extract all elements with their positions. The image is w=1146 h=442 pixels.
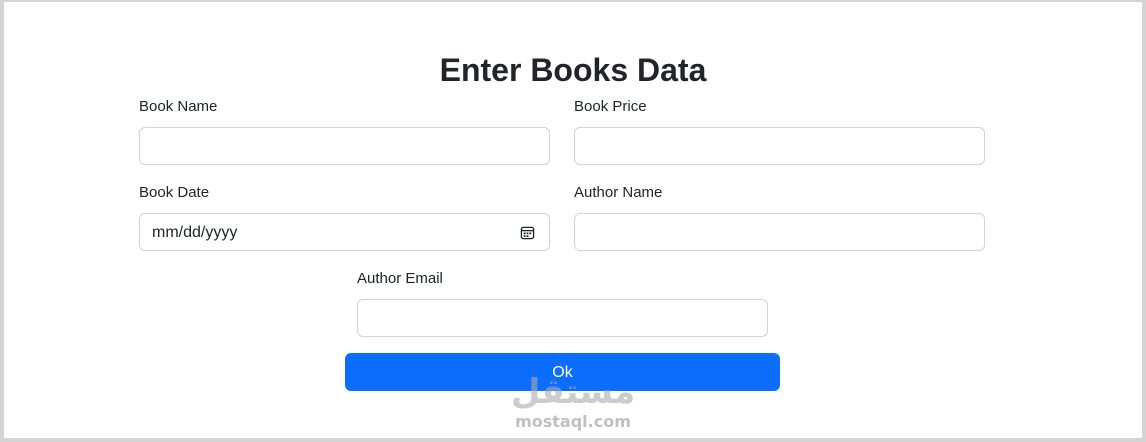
book-date-label: Book Date [139, 184, 210, 201]
book-date-placeholder: mm/dd/yyyy [152, 224, 238, 241]
book-name-input[interactable] [139, 127, 550, 165]
book-price-label: Book Price [574, 98, 647, 115]
ok-button[interactable]: Ok [345, 353, 780, 391]
book-price-input[interactable] [574, 127, 985, 165]
author-name-label: Author Name [574, 184, 663, 201]
author-email-label: Author Email [357, 270, 443, 287]
calendar-icon[interactable] [520, 225, 535, 240]
book-name-label: Book Name [139, 98, 218, 115]
author-email-input[interactable] [357, 299, 768, 337]
book-date-input[interactable]: mm/dd/yyyy [139, 213, 550, 251]
author-name-input[interactable] [574, 213, 985, 251]
page-title: Enter Books Data [439, 52, 707, 88]
